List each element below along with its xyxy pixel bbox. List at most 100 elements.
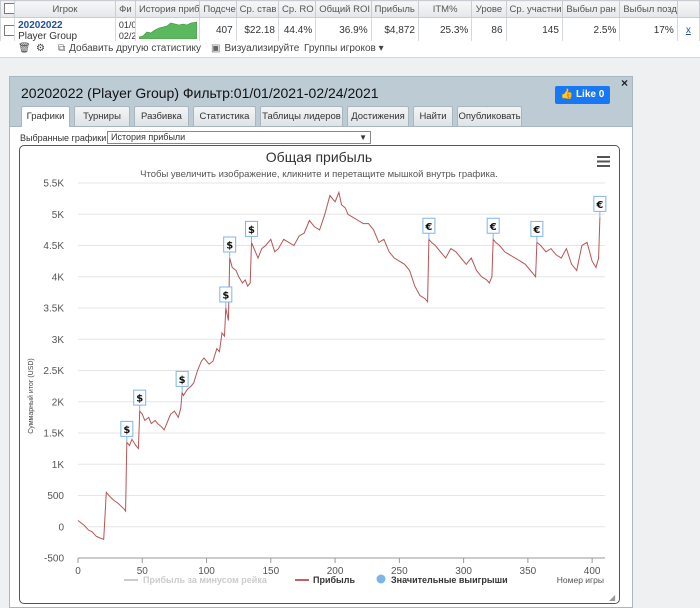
col-avg-stake[interactable]: Ср. став — [235, 0, 279, 18]
big-win-symbol: $ — [226, 241, 233, 252]
col-avg-roi[interactable]: Ср. RO — [277, 0, 317, 18]
col-early-out[interactable]: Выбыл ран — [561, 0, 621, 18]
filter-end: 02/2 — [118, 30, 136, 41]
big-win-symbol: € — [532, 225, 540, 236]
avg-entrants-cell: 145 — [505, 17, 563, 44]
chart-legend: Прибыль за минусом рейка Прибыль Значите… — [124, 574, 508, 586]
itm-cell: 25.3% — [417, 17, 473, 44]
y-tick-label: 1.5K — [43, 429, 64, 440]
y-tick-label: 500 — [47, 491, 64, 502]
add-stat-button[interactable]: ⧉ Добавить другую статистику — [58, 43, 201, 54]
big-win-symbol: € — [595, 200, 603, 211]
chart-select-label: Выбранные графики: — [20, 133, 109, 143]
visualize-button[interactable]: ▣ Визуализируйте — [211, 43, 299, 54]
legend-item-profit[interactable]: Прибыль — [295, 575, 355, 585]
facebook-like-button[interactable]: 👍 Like 0 — [555, 86, 610, 104]
y-tick-label: 2K — [52, 397, 65, 408]
filter-cell: 01/0 02/2 — [114, 17, 136, 44]
tab-statistics[interactable]: Статистика — [193, 106, 256, 126]
caret-down-icon: ▾ — [378, 43, 384, 54]
col-filter[interactable]: Фи — [114, 0, 136, 18]
select-all-checkbox[interactable] — [0, 0, 16, 18]
legend-label-profit: Прибыль — [313, 575, 355, 585]
chart-select-value: История прибыли — [111, 132, 186, 142]
y-tick-label: 0 — [58, 522, 64, 533]
avg-roi-cell: 44.4% — [277, 17, 317, 44]
big-win-marker[interactable]: $ — [219, 286, 233, 308]
col-level[interactable]: Урове — [471, 0, 507, 18]
x-tick-label: 0 — [75, 566, 81, 577]
tab-publish[interactable]: Опубликовать — [457, 106, 522, 126]
early-out-cell: 2.5% — [561, 17, 621, 44]
big-win-marker[interactable]: $ — [223, 236, 237, 258]
col-itm[interactable]: ITM% — [417, 0, 473, 18]
row-checkbox[interactable] — [0, 17, 16, 44]
tab-charts[interactable]: Графики — [21, 106, 70, 127]
col-player[interactable]: Игрок — [14, 0, 116, 18]
copy-icon: ⧉ — [58, 43, 66, 54]
col-profit-history[interactable]: История приб — [134, 0, 201, 18]
col-count[interactable]: Подсче — [199, 0, 237, 18]
table-row: 20202022 Player Group 01/0 02/2 407 $22.… — [0, 17, 700, 44]
player-groups-dropdown[interactable]: Группы игроков ▾ — [304, 43, 384, 54]
player-name-link[interactable]: 20202022 — [18, 20, 112, 31]
col-total-roi[interactable]: Общий ROI — [315, 0, 372, 18]
big-win-marker[interactable]: $ — [245, 220, 259, 243]
big-win-symbol: $ — [179, 375, 186, 386]
profit-sparkline-cell[interactable] — [134, 17, 201, 44]
y-tick-label: 3K — [52, 335, 65, 346]
settings-icon[interactable]: ⚙ — [36, 43, 45, 54]
tab-leaderboards[interactable]: Таблицы лидеров — [260, 106, 343, 126]
chart-select[interactable]: История прибыли ▼ — [107, 131, 371, 144]
legend-item-big-wins[interactable]: Значительные выигрыши — [376, 574, 508, 586]
legend-label-rake: Прибыль за минусом рейка — [143, 575, 268, 585]
legend-item-rake[interactable]: Прибыль за минусом рейка — [124, 575, 268, 585]
add-stat-label: Добавить другую статистику — [69, 43, 201, 54]
profit-chart[interactable]: -500 0 500 1K 1.5K 2K 2.5K 3K 3.5K 4K 4.5K 5K 5.5K 0… — [20, 146, 619, 603]
close-icon[interactable]: × — [621, 76, 628, 90]
level-cell: 86 — [471, 17, 507, 44]
big-win-marker[interactable]: € — [422, 217, 436, 240]
big-win-symbol: $ — [123, 425, 130, 436]
series-line-profit — [77, 190, 601, 540]
y-axis-title: Суммарный итог (USD) — [27, 358, 35, 434]
col-profit[interactable]: Прибыль — [370, 0, 419, 18]
big-win-marker[interactable]: € — [530, 220, 544, 243]
resize-grip-icon[interactable]: ◢ — [609, 593, 617, 602]
chart-menu-icon[interactable] — [597, 156, 610, 167]
big-win-symbol: $ — [222, 291, 229, 302]
y-tick-label: 5K — [52, 210, 65, 221]
tab-find[interactable]: Найти — [413, 106, 453, 126]
big-win-marker[interactable]: $ — [120, 420, 134, 443]
legend-label-big-wins: Значительные выигрыши — [391, 575, 508, 585]
remove-row-cell: x — [676, 17, 700, 44]
big-win-symbol: € — [489, 222, 497, 233]
tab-tournaments[interactable]: Турниры — [74, 106, 130, 126]
big-win-marker[interactable]: $ — [133, 389, 147, 412]
panel-title: 20202022 (Player Group) Фильтр:01/01/202… — [21, 85, 379, 101]
col-late-out[interactable]: Выбыл позд — [619, 0, 678, 18]
chart-title: Общая прибыль — [266, 149, 372, 165]
big-win-marker[interactable]: $ — [175, 370, 189, 393]
col-remove — [676, 0, 700, 18]
col-avg-entrants[interactable]: Ср. участни — [505, 0, 563, 18]
chart-panel: 20202022 (Player Group) Фильтр:01/01/202… — [9, 76, 633, 608]
chart-select-row: Выбранные графики: История прибыли ▼ — [20, 131, 371, 144]
trash-icon[interactable]: 🗑 — [18, 43, 31, 54]
visualize-label: Визуализируйте — [224, 43, 300, 54]
player-group-label: Player Group — [18, 30, 78, 42]
tab-breakdown[interactable]: Разбивка — [134, 106, 189, 126]
like-label: Like 0 — [575, 89, 605, 100]
profit-sparkline — [139, 21, 198, 40]
chart-container[interactable]: -500 0 500 1K 1.5K 2K 2.5K 3K 3.5K 4K 4.5K 5K 5.5K 0… — [19, 145, 620, 604]
big-win-marker[interactable]: € — [486, 217, 500, 240]
y-tick-label: 4K — [52, 272, 65, 283]
big-win-markers: $ $ $ $ $ $ € € € € — [120, 195, 607, 443]
player-cell: 20202022 Player Group — [14, 17, 116, 44]
big-win-symbol: $ — [136, 394, 143, 405]
player-groups-label: Группы игроков — [304, 43, 376, 54]
remove-row-link[interactable]: x — [686, 25, 691, 36]
chart-subtitle: Чтобы увеличить изображение, кликните и … — [140, 169, 498, 180]
tab-achievements[interactable]: Достижения — [347, 106, 409, 126]
thumbs-up-icon: 👍 — [560, 89, 574, 100]
